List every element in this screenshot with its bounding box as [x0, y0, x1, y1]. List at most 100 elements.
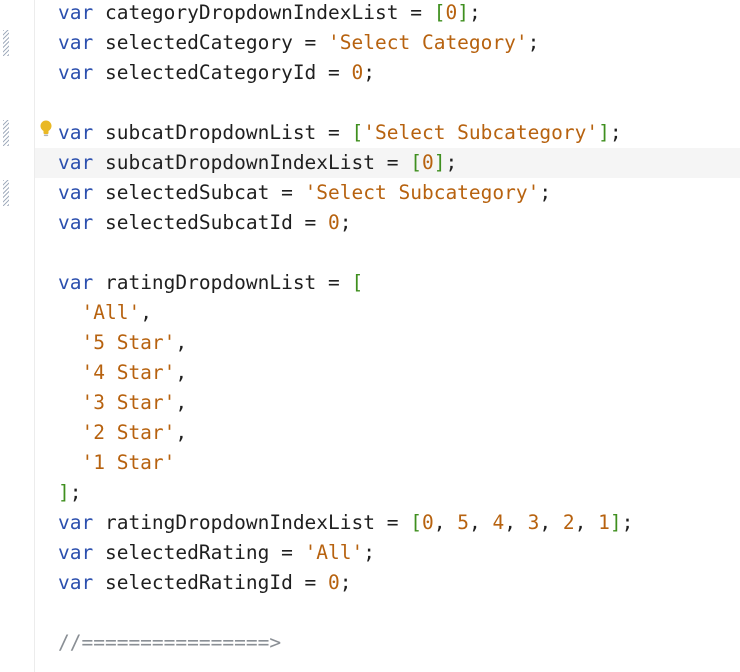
- code-token: categoryDropdownIndexList =: [93, 1, 434, 24]
- code-line[interactable]: var ratingDropdownList = [: [35, 268, 740, 298]
- code-line[interactable]: ];: [35, 478, 740, 508]
- code-token: var: [58, 61, 94, 84]
- code-line[interactable]: var selectedCategory = 'Select Category'…: [35, 28, 740, 58]
- code-line[interactable]: var selectedRatingId = 0;: [35, 568, 740, 598]
- code-token: var: [58, 1, 94, 24]
- code-token: 'Select Subcategory': [304, 181, 540, 204]
- code-token: ,: [175, 421, 188, 444]
- code-token: selectedSubcat =: [93, 181, 305, 204]
- code-token: selectedCategoryId =: [93, 61, 352, 84]
- code-token: [: [351, 121, 364, 144]
- code-line[interactable]: '4 Star',: [35, 358, 740, 388]
- code-line[interactable]: '1 Star': [35, 448, 740, 478]
- code-token: ;: [621, 511, 634, 534]
- code-line[interactable]: [35, 598, 740, 628]
- code-line[interactable]: var subcatDropdownIndexList = [0];: [35, 148, 740, 178]
- code-line[interactable]: var selectedSubcatId = 0;: [35, 208, 740, 238]
- code-token: //================>: [58, 631, 282, 654]
- code-token: selectedSubcatId =: [93, 211, 329, 234]
- code-token: var: [58, 541, 94, 564]
- code-line[interactable]: //================>: [35, 628, 740, 658]
- code-token: ,: [140, 301, 152, 324]
- code-token: 2: [562, 511, 575, 534]
- code-token: ]: [433, 151, 446, 174]
- code-token: ;: [609, 121, 622, 144]
- code-line[interactable]: var selectedCategoryId = 0;: [35, 58, 740, 88]
- code-token: var: [58, 211, 94, 234]
- lightbulb-icon[interactable]: [38, 119, 54, 141]
- code-token: 0: [421, 511, 434, 534]
- code-token: ]: [609, 511, 622, 534]
- code-line[interactable]: [35, 88, 740, 118]
- code-editor[interactable]: var categoryDropdownIndexList = [0]; var …: [35, 0, 740, 672]
- code-line[interactable]: var selectedRating = 'All';: [35, 538, 740, 568]
- change-marker[interactable]: [3, 30, 9, 56]
- code-token: ;: [539, 181, 552, 204]
- code-line[interactable]: var selectedSubcat = 'Select Subcategory…: [35, 178, 740, 208]
- code-token: var: [58, 121, 94, 144]
- code-line[interactable]: '3 Star',: [35, 388, 740, 418]
- code-token: ;: [363, 61, 376, 84]
- code-token: ratingDropdownIndexList =: [93, 511, 411, 534]
- code-token: subcatDropdownList =: [93, 121, 352, 144]
- code-token: 0: [328, 211, 340, 234]
- code-token: [: [410, 511, 422, 534]
- code-token: 1: [598, 511, 610, 534]
- code-line[interactable]: '5 Star',: [35, 328, 740, 358]
- code-token: 'All': [81, 301, 141, 324]
- code-token: var: [58, 181, 94, 204]
- code-token: ;: [69, 481, 82, 504]
- code-token: ,: [175, 331, 188, 354]
- code-token: [: [351, 271, 364, 294]
- code-token: ,: [433, 511, 458, 534]
- code-token: ;: [468, 1, 481, 24]
- code-token: ]: [58, 481, 70, 504]
- code-line[interactable]: var subcatDropdownList = ['Select Subcat…: [35, 118, 740, 148]
- editor-gutter: [0, 0, 34, 672]
- code-token: 0: [351, 61, 364, 84]
- code-token: '4 Star': [81, 361, 176, 384]
- code-token: '3 Star': [81, 391, 176, 414]
- code-token: 0: [328, 571, 340, 594]
- code-line[interactable]: 'All',: [35, 298, 740, 328]
- code-token: ,: [175, 391, 188, 414]
- code-token: var: [58, 571, 94, 594]
- code-token: selectedRating =: [93, 541, 305, 564]
- code-token: var: [58, 31, 94, 54]
- code-token: ,: [504, 511, 528, 534]
- code-token: ,: [175, 361, 188, 384]
- code-token: [: [410, 151, 422, 174]
- change-marker[interactable]: [3, 120, 9, 146]
- code-token: ;: [339, 211, 352, 234]
- code-token: ,: [468, 511, 493, 534]
- code-token: 'Select Subcategory': [363, 121, 599, 144]
- code-token: ;: [363, 541, 376, 564]
- code-token: var: [58, 511, 94, 534]
- code-line[interactable]: '2 Star',: [35, 418, 740, 448]
- code-token: var: [58, 151, 94, 174]
- code-token: ]: [457, 1, 469, 24]
- code-line[interactable]: [35, 238, 740, 268]
- code-token: selectedCategory =: [93, 31, 329, 54]
- code-token: 3: [527, 511, 540, 534]
- code-token: 'All': [304, 541, 364, 564]
- code-token: ,: [574, 511, 599, 534]
- code-token: ratingDropdownList =: [93, 271, 352, 294]
- code-token: 0: [421, 151, 434, 174]
- code-token: 'Select Category': [328, 31, 528, 54]
- code-token: [: [433, 1, 446, 24]
- code-token: ,: [539, 511, 563, 534]
- code-token: 5: [457, 511, 469, 534]
- code-token: ;: [339, 571, 352, 594]
- code-token: ;: [445, 151, 458, 174]
- change-marker[interactable]: [3, 180, 9, 206]
- code-token: selectedRatingId =: [93, 571, 329, 594]
- code-token: var: [58, 271, 94, 294]
- code-line[interactable]: var ratingDropdownIndexList = [0, 5, 4, …: [35, 508, 740, 538]
- code-line[interactable]: var categoryDropdownIndexList = [0];: [35, 0, 740, 28]
